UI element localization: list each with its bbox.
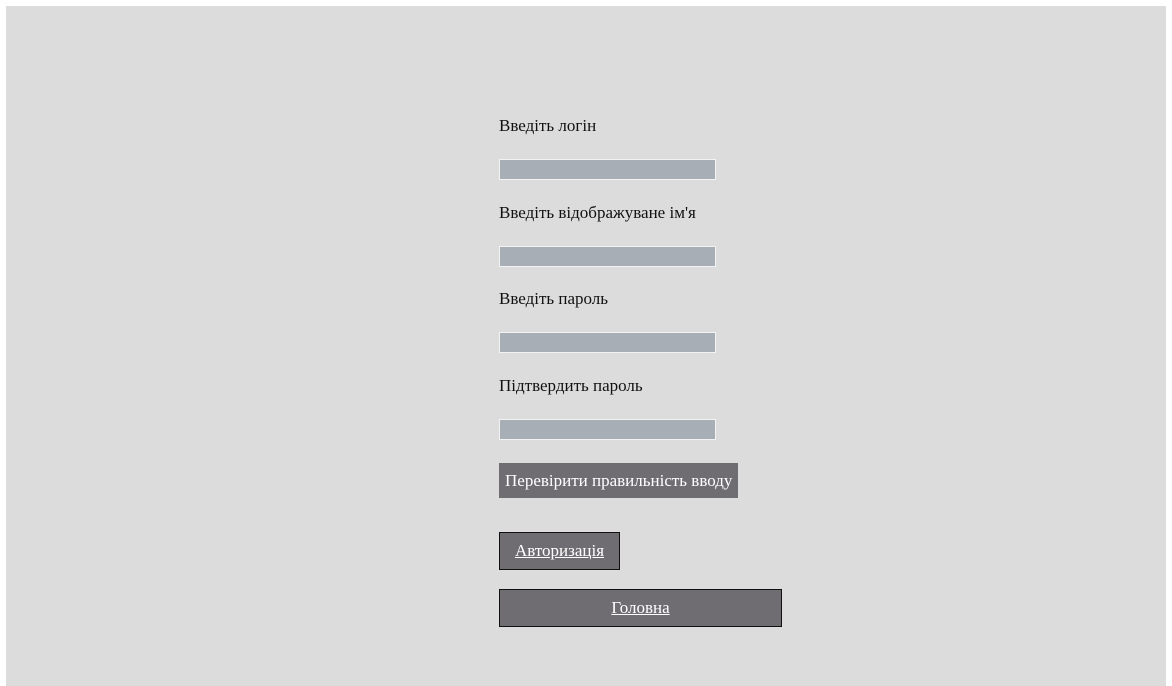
authorization-link[interactable]: Авторизація	[499, 532, 620, 570]
password-label: Введіть пароль	[499, 289, 609, 308]
login-label: Введіть логін	[499, 116, 597, 135]
login-input[interactable]	[499, 159, 716, 180]
password-input[interactable]	[499, 332, 716, 353]
confirm-password-label: Підтвердить пароль	[499, 376, 643, 395]
page-background: Введіть логін Введіть відображуване ім'я…	[6, 6, 1166, 686]
display-name-label: Введіть відображуване ім'я	[499, 203, 696, 222]
home-link[interactable]: Головна	[499, 589, 782, 627]
display-name-input[interactable]	[499, 246, 716, 267]
validate-input-button[interactable]: Перевірити правильність вводу	[499, 463, 739, 498]
confirm-password-input[interactable]	[499, 419, 716, 440]
